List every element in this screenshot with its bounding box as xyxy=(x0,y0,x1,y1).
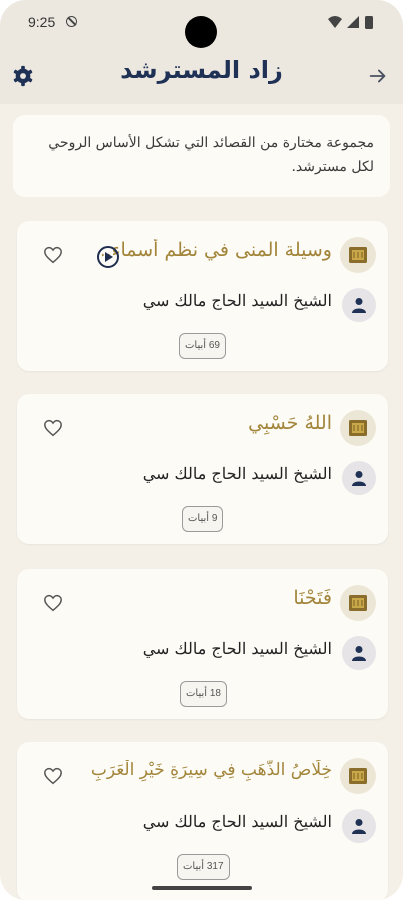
poem-card[interactable]: اللهُ حَسْبِي الشيخ السيد الحاج مالك سي … xyxy=(17,394,388,544)
book-icon xyxy=(340,237,376,273)
home-indicator[interactable] xyxy=(152,886,252,890)
person-icon xyxy=(342,636,376,670)
book-icon xyxy=(340,758,376,794)
app-screen: 9:25 زاد المسترشد مجموعة مختارة من القصا… xyxy=(0,0,403,900)
verses-count-badge: 9 أبيات xyxy=(182,506,224,532)
verses-count-badge: 317 أبيات xyxy=(177,854,230,880)
book-icon xyxy=(340,585,376,621)
book-icon xyxy=(340,410,376,446)
heart-outline-icon[interactable] xyxy=(43,419,63,437)
person-icon xyxy=(342,809,376,843)
poem-title: اللهُ حَسْبِي xyxy=(248,412,332,434)
person-icon xyxy=(342,288,376,322)
author-name: الشيخ السيد الحاج مالك سي xyxy=(142,812,332,831)
person-icon xyxy=(342,461,376,495)
do-not-disturb-icon xyxy=(66,16,77,27)
arrow-right-icon[interactable] xyxy=(367,65,389,87)
play-circle-icon[interactable] xyxy=(97,246,119,268)
verses-count-badge: 69 أبيات xyxy=(179,333,226,359)
author-name: الشيخ السيد الحاج مالك سي xyxy=(142,291,332,310)
poem-card[interactable]: وسيلة المنى في نظم أسماء... الشيخ السيد … xyxy=(17,221,388,371)
signal-icon xyxy=(347,16,359,28)
heart-outline-icon[interactable] xyxy=(43,767,63,785)
verses-count-badge: 18 أبيات xyxy=(180,681,227,707)
status-bar: 9:25 xyxy=(0,0,403,48)
heart-outline-icon[interactable] xyxy=(43,594,63,612)
poem-card[interactable]: فَتَحْنَا الشيخ السيد الحاج مالك سي 18 أ… xyxy=(17,569,388,719)
poem-title: خِلَاصُ الذَّهَبِ فِي سِيرَةِ خَيْرِ الْ… xyxy=(90,760,332,780)
author-name: الشيخ السيد الحاج مالك سي xyxy=(142,464,332,483)
battery-icon xyxy=(365,16,373,29)
heart-outline-icon[interactable] xyxy=(43,246,63,264)
status-time: 9:25 xyxy=(28,14,56,30)
gear-icon[interactable] xyxy=(12,65,34,87)
poem-title: فَتَحْنَا xyxy=(293,587,332,609)
system-status-icons xyxy=(328,16,373,29)
author-name: الشيخ السيد الحاج مالك سي xyxy=(142,639,332,658)
wifi-icon xyxy=(328,16,342,28)
camera-cutout xyxy=(185,16,217,48)
intro-description: مجموعة مختارة من القصائد التي تشكل الأسا… xyxy=(13,115,390,197)
app-header: زاد المسترشد xyxy=(0,48,403,104)
poem-card[interactable]: خِلَاصُ الذَّهَبِ فِي سِيرَةِ خَيْرِ الْ… xyxy=(17,742,388,900)
page-title: زاد المسترشد xyxy=(120,56,283,84)
poem-title: وسيلة المنى في نظم أسماء... xyxy=(102,239,332,261)
